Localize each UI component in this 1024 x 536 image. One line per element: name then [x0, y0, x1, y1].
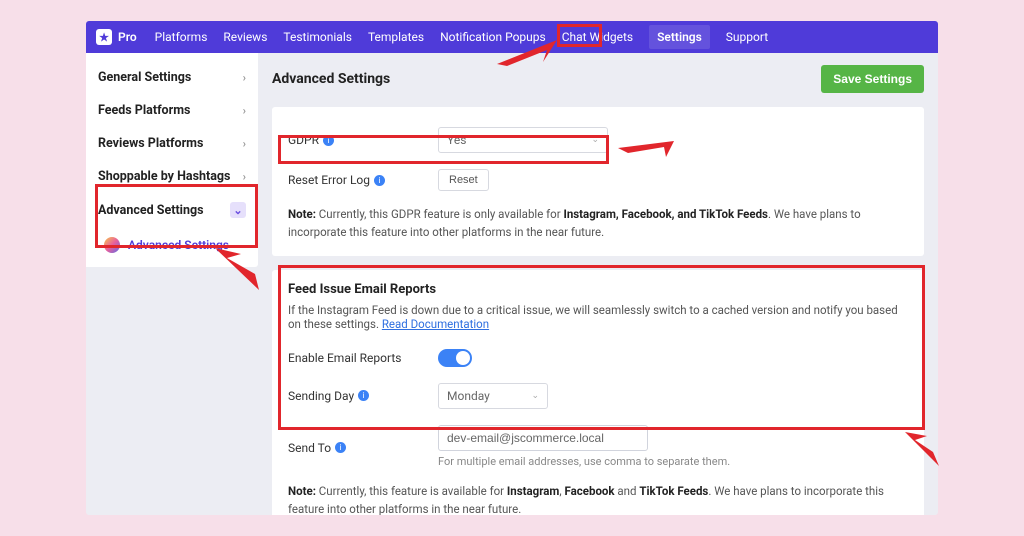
sidebar-item-label: Reviews Platforms: [98, 136, 203, 151]
nav-items: Platforms Reviews Testimonials Templates…: [155, 25, 768, 49]
enable-reports-field: Enable Email Reports: [288, 341, 908, 375]
info-icon[interactable]: i: [374, 175, 385, 186]
send-to-input[interactable]: [438, 425, 648, 451]
sidebar-item-reviews[interactable]: Reviews Platforms ›: [86, 127, 258, 160]
chevron-down-icon: ⌄: [591, 135, 599, 145]
reports-note: Note: Currently, this feature is availab…: [288, 482, 908, 515]
nav-item-templates[interactable]: Templates: [368, 30, 424, 44]
page-title: Advanced Settings: [272, 71, 390, 87]
chevron-right-icon: ›: [243, 170, 246, 183]
nav-item-settings[interactable]: Settings: [649, 25, 710, 49]
gdpr-note: Note: Currently, this GDPR feature is on…: [288, 205, 908, 242]
reset-error-log-field: Reset Error Log i Reset: [288, 161, 908, 199]
gdpr-field: GDPR i Yes ⌄: [288, 119, 908, 161]
save-settings-button[interactable]: Save Settings: [821, 65, 924, 93]
brand: ★ Pro: [96, 29, 137, 45]
chevron-right-icon: ›: [243, 104, 246, 117]
email-reports-desc: If the Instagram Feed is down due to a c…: [288, 303, 908, 331]
settings-sidebar: General Settings › Feeds Platforms › Rev…: [86, 53, 258, 267]
page-header: Advanced Settings Save Settings: [272, 65, 924, 93]
nav-item-testimonials[interactable]: Testimonials: [283, 30, 352, 44]
advanced-settings-icon: [104, 237, 120, 253]
sending-day-label: Sending Day i: [288, 389, 438, 403]
sidebar-item-label: Shoppable by Hashtags: [98, 169, 230, 184]
info-icon[interactable]: i: [323, 135, 334, 146]
chevron-right-icon: ›: [243, 71, 246, 84]
top-nav: ★ Pro Platforms Reviews Testimonials Tem…: [86, 21, 938, 53]
nav-item-reviews[interactable]: Reviews: [223, 30, 267, 44]
sidebar-item-label: Advanced Settings: [98, 203, 204, 218]
enable-reports-label: Enable Email Reports: [288, 351, 438, 365]
send-to-field: Send To i For multiple email addresses, …: [288, 417, 908, 476]
reset-button[interactable]: Reset: [438, 169, 489, 191]
gdpr-card: GDPR i Yes ⌄ Reset Error Log i Reset: [272, 107, 924, 256]
reset-error-log-label: Reset Error Log i: [288, 173, 438, 187]
email-reports-title: Feed Issue Email Reports: [288, 282, 908, 297]
sidebar-item-advanced[interactable]: Advanced Settings ⌄: [86, 193, 258, 227]
send-to-helper: For multiple email addresses, use comma …: [438, 455, 730, 468]
sidebar-item-shoppable[interactable]: Shoppable by Hashtags ›: [86, 160, 258, 193]
info-icon[interactable]: i: [335, 442, 346, 453]
info-icon[interactable]: i: [358, 390, 369, 401]
chevron-down-icon: ⌄: [531, 391, 539, 401]
nav-item-platforms[interactable]: Platforms: [155, 30, 208, 44]
brand-label: Pro: [118, 30, 137, 44]
gdpr-select[interactable]: Yes ⌄: [438, 127, 608, 153]
brand-logo-icon: ★: [96, 29, 112, 45]
gdpr-select-value: Yes: [447, 133, 466, 147]
sidebar-subitem-label: Advanced Settings: [128, 238, 229, 252]
gdpr-label: GDPR i: [288, 133, 438, 147]
main-content: Advanced Settings Save Settings GDPR i Y…: [258, 53, 938, 515]
read-documentation-link[interactable]: Read Documentation: [382, 317, 489, 331]
sending-day-select[interactable]: Monday ⌄: [438, 383, 548, 409]
nav-item-support[interactable]: Support: [726, 30, 768, 44]
enable-reports-toggle[interactable]: [438, 349, 472, 367]
chevron-down-icon: ⌄: [230, 202, 246, 218]
sidebar-subitem-advanced[interactable]: Advanced Settings: [86, 227, 258, 267]
sidebar-item-label: Feeds Platforms: [98, 103, 190, 118]
sending-day-field: Sending Day i Monday ⌄: [288, 375, 908, 417]
sidebar-item-label: General Settings: [98, 70, 191, 85]
nav-item-chat-widgets[interactable]: Chat Widgets: [562, 30, 633, 44]
send-to-label: Send To i: [288, 425, 438, 455]
nav-item-notification-popups[interactable]: Notification Popups: [440, 30, 546, 44]
chevron-right-icon: ›: [243, 137, 246, 150]
sidebar-item-general[interactable]: General Settings ›: [86, 61, 258, 94]
email-reports-card: Feed Issue Email Reports If the Instagra…: [272, 270, 924, 515]
sending-day-value: Monday: [447, 389, 490, 403]
sidebar-item-feeds[interactable]: Feeds Platforms ›: [86, 94, 258, 127]
app-window: ★ Pro Platforms Reviews Testimonials Tem…: [86, 21, 938, 515]
